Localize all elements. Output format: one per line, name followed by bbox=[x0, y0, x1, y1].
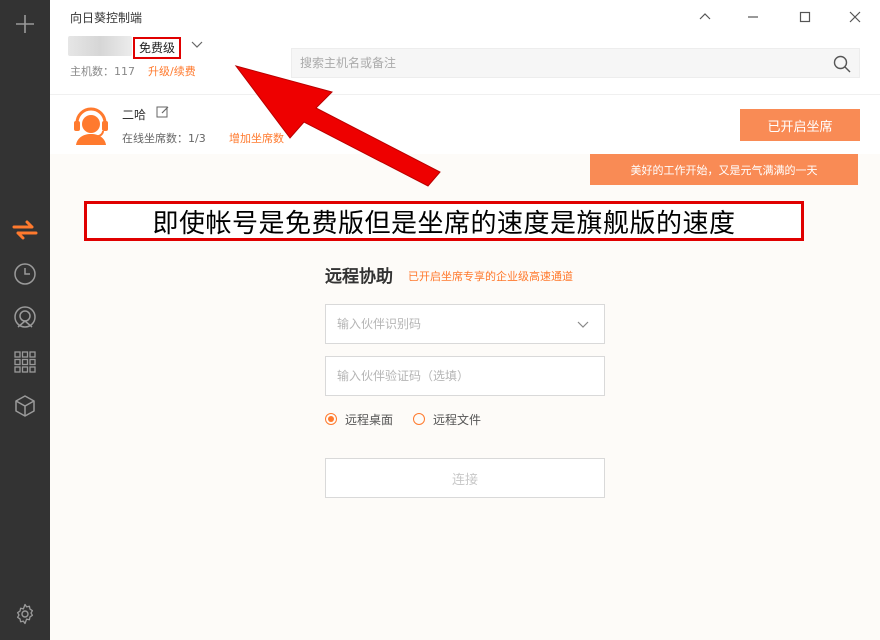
collapse-button[interactable] bbox=[690, 4, 720, 30]
maximize-button[interactable] bbox=[790, 4, 820, 30]
remote-file-label[interactable]: 远程文件 bbox=[433, 411, 481, 428]
plan-badge: 免费级 bbox=[133, 37, 182, 59]
plus-icon bbox=[16, 15, 34, 33]
close-icon bbox=[849, 11, 861, 23]
seat-name: 二哈 bbox=[122, 108, 147, 122]
remote-desktop-radio[interactable] bbox=[325, 413, 337, 425]
transfer-icon bbox=[12, 220, 38, 240]
chevron-down-icon[interactable] bbox=[576, 318, 590, 332]
main-content: 美好的工作开始，又是元气满满的一天 即使帐号是免费版但是坐席的速度是旗舰版的速度… bbox=[50, 154, 880, 640]
chevron-up-icon bbox=[699, 13, 711, 20]
radio-selected-dot bbox=[328, 416, 334, 422]
history-icon bbox=[14, 263, 36, 285]
search-box bbox=[291, 48, 860, 78]
sidebar bbox=[0, 0, 50, 640]
sidebar-item-apps[interactable] bbox=[0, 344, 50, 380]
greeting-banner: 美好的工作开始，又是元气满满的一天 bbox=[590, 154, 858, 185]
close-button[interactable] bbox=[840, 4, 870, 30]
add-button[interactable] bbox=[0, 6, 50, 42]
remote-file-radio[interactable] bbox=[413, 413, 426, 425]
upgrade-link[interactable]: 升级/续费 bbox=[148, 63, 196, 79]
minimize-button[interactable] bbox=[738, 4, 768, 30]
seat-agent-icon bbox=[74, 107, 108, 145]
partner-code-input[interactable] bbox=[337, 357, 567, 395]
annotation-box: 即使帐号是免费版但是坐席的速度是旗舰版的速度 bbox=[84, 201, 804, 241]
remote-camera-icon bbox=[14, 306, 36, 328]
partner-id-input[interactable] bbox=[337, 305, 567, 343]
minimize-icon bbox=[748, 16, 758, 18]
remote-desktop-label[interactable]: 远程桌面 bbox=[345, 411, 393, 428]
remote-assist-subtitle: 已开启坐席专享的企业级高速通道 bbox=[408, 270, 573, 283]
chevron-down-icon bbox=[191, 41, 203, 48]
maximize-icon bbox=[799, 11, 811, 23]
seat-enabled-button[interactable]: 已开启坐席 bbox=[740, 109, 860, 141]
sidebar-item-history[interactable] bbox=[0, 256, 50, 292]
search-icon[interactable] bbox=[833, 55, 851, 73]
edit-icon[interactable] bbox=[156, 105, 170, 119]
connect-button[interactable]: 连接 bbox=[325, 458, 605, 498]
partner-code-field bbox=[325, 356, 605, 396]
sidebar-item-camera[interactable] bbox=[0, 300, 50, 336]
sidebar-item-remote-control[interactable] bbox=[0, 212, 50, 248]
cube-icon bbox=[15, 395, 35, 417]
add-seat-link[interactable]: 增加坐席数 bbox=[229, 130, 284, 146]
remote-assist-title: 远程协助 bbox=[325, 267, 393, 287]
seat-bar: 二哈 在线坐席数：1/3 增加坐席数 已开启坐席 bbox=[50, 94, 880, 154]
settings-gear-icon bbox=[16, 603, 34, 625]
apps-grid-icon bbox=[14, 351, 36, 373]
connection-mode-group: 远程桌面 远程文件 bbox=[325, 411, 501, 427]
header: 向日葵控制端 免费级 主机数：117 升级/续费 bbox=[50, 0, 880, 94]
account-dropdown-button[interactable] bbox=[190, 38, 206, 54]
account-avatar[interactable] bbox=[68, 36, 132, 56]
online-seat-count: 在线坐席数：1/3 bbox=[122, 132, 206, 145]
host-count: 主机数：117 bbox=[70, 65, 135, 78]
partner-id-field bbox=[325, 304, 605, 344]
app-title: 向日葵控制端 bbox=[70, 11, 143, 25]
sidebar-item-cube[interactable] bbox=[0, 388, 50, 424]
search-input[interactable] bbox=[300, 49, 820, 77]
settings-button[interactable] bbox=[0, 596, 50, 632]
